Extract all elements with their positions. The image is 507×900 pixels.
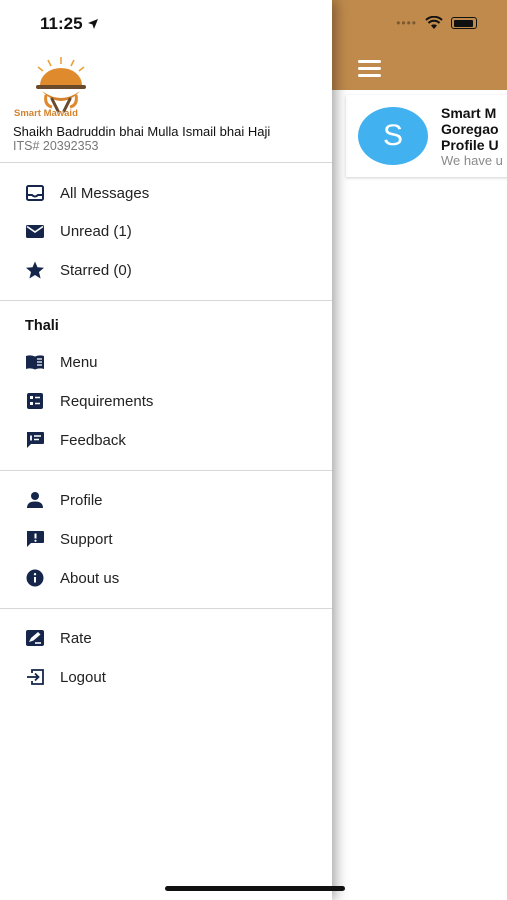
drawer-item-support[interactable]: Support [0, 520, 332, 558]
drawer-item-label: Starred (0) [60, 262, 132, 279]
drawer-item-feedback[interactable]: Feedback [0, 421, 332, 459]
person-icon [27, 492, 43, 508]
status-icons: •••• [396, 16, 477, 30]
app-name: Smart Mawaid [14, 108, 78, 119]
home-indicator[interactable] [165, 886, 345, 891]
drawer-item-starred[interactable]: Starred (0) [0, 251, 332, 289]
mail-icon [26, 225, 44, 238]
feedback-icon [27, 432, 44, 448]
support-icon [27, 531, 44, 547]
drawer-item-label: Logout [60, 669, 106, 686]
wifi-icon [425, 16, 443, 29]
main-app-bar [332, 50, 507, 90]
divider [0, 608, 332, 609]
message-title-line-3: Profile U [441, 137, 499, 153]
logout-icon [27, 669, 44, 685]
section-title-thali: Thali [25, 318, 59, 334]
status-time-text: 11:25 [40, 14, 83, 33]
main-screen: •••• S Smart M Goregao Profile U We have… [332, 0, 507, 900]
drawer-item-label: Support [60, 531, 113, 548]
drawer-item-label: Rate [60, 630, 92, 647]
avatar-letter: S [358, 107, 428, 165]
user-name: Shaikh Badruddin bhai Mulla Ismail bhai … [13, 124, 271, 139]
drawer-item-about-us[interactable]: About us [0, 559, 332, 597]
message-preview: We have u [441, 153, 503, 168]
message-card[interactable]: S Smart M Goregao Profile U We have u [346, 95, 507, 177]
navigation-drawer: 11:25 Smart Mawaid Shaikh Badruddin bhai… [0, 0, 332, 900]
main-status-bar: •••• [332, 0, 507, 50]
drawer-item-label: All Messages [60, 185, 150, 202]
drawer-item-menu[interactable]: Menu [0, 343, 332, 381]
drawer-item-rate[interactable]: Rate [0, 619, 332, 657]
checklist-icon [27, 393, 43, 409]
drawer-item-profile[interactable]: Profile [0, 481, 332, 519]
book-icon [26, 355, 44, 370]
message-title-line-2: Goregao [441, 121, 499, 137]
user-its: ITS# 20392353 [13, 139, 99, 153]
drawer-item-label: Unread (1) [60, 223, 132, 240]
signal-icon: •••• [396, 16, 417, 30]
battery-icon [451, 17, 477, 29]
divider [0, 300, 332, 301]
inbox-icon [26, 185, 44, 201]
info-icon [26, 569, 44, 587]
drawer-item-label: Feedback [60, 432, 126, 449]
drawer-item-label: Menu [60, 354, 98, 371]
divider [0, 162, 332, 163]
drawer-item-unread[interactable]: Unread (1) [0, 212, 332, 250]
drawer-item-logout[interactable]: Logout [0, 658, 332, 696]
status-time: 11:25 [40, 14, 99, 34]
divider [0, 470, 332, 471]
drawer-item-label: About us [60, 570, 120, 587]
drawer-item-all-messages[interactable]: All Messages [0, 174, 332, 212]
message-title: Smart M Goregao Profile U [441, 105, 507, 153]
drawer-item-requirements[interactable]: Requirements [0, 382, 332, 420]
menu-hamburger-icon[interactable] [358, 60, 382, 78]
rate-icon [26, 630, 44, 646]
location-arrow-icon [87, 19, 98, 29]
star-icon [26, 261, 44, 279]
drawer-item-label: Requirements [60, 393, 154, 410]
message-title-line-1: Smart M [441, 105, 497, 121]
drawer-item-label: Profile [60, 492, 103, 509]
avatar: S [358, 107, 428, 165]
